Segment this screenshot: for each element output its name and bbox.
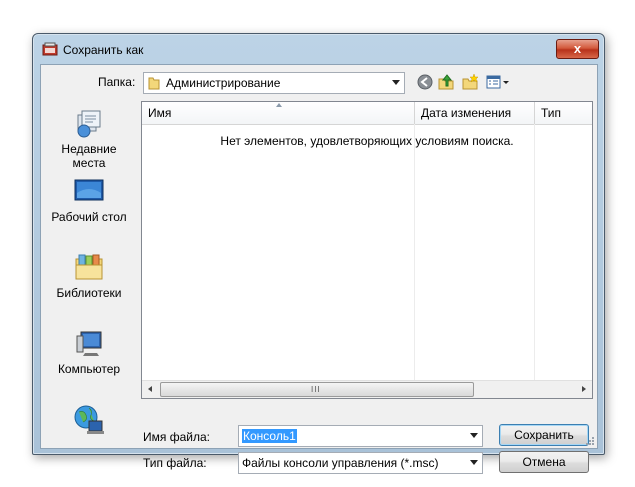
folder-value: Администрирование [166,76,281,90]
computer-icon [76,331,102,356]
place-desktop[interactable]: Рабочий стол [41,177,137,224]
mmc-app-icon [42,42,58,56]
close-button[interactable]: x [556,39,599,59]
desktop-icon [74,179,104,201]
resize-grip-icon[interactable] [585,436,595,446]
recent-places-icon [77,110,101,138]
network-icon [74,405,104,434]
views-menu-icon[interactable] [485,73,511,91]
filename-input[interactable]: Консоль1 [238,425,483,447]
column-header-type[interactable]: Тип [535,102,592,125]
place-desktop-label: Рабочий стол [51,210,127,224]
cancel-button[interactable]: Отмена [499,451,589,473]
column-header-name[interactable]: Имя [142,102,415,125]
folder-icon [148,77,160,90]
chevron-down-icon[interactable] [470,433,478,438]
save-as-dialog: Сохранить как x Папка: Администрирование [32,33,605,474]
column-divider [534,124,535,380]
chevron-down-icon[interactable] [470,460,478,465]
scroll-right-icon[interactable] [582,386,586,392]
column-divider [414,124,415,380]
back-icon[interactable] [416,73,434,91]
scrollbar-thumb[interactable]: III [160,382,474,397]
places-bar: Недавние места Рабочий стол Библиотеки К… [41,99,137,448]
filetype-value: Файлы консоли управления (*.msc) [242,456,439,470]
place-libraries[interactable]: Библиотеки [41,253,137,300]
filename-label: Имя файла: [143,430,210,444]
up-folder-icon[interactable] [437,73,455,91]
folder-label: Папка: [98,75,136,89]
filename-value: Консоль1 [242,429,297,443]
save-button[interactable]: Сохранить [499,424,589,446]
column-header-name-label: Имя [148,106,172,120]
file-list[interactable]: Имя Дата изменения Тип Нет элементов, уд… [141,101,593,399]
column-header-type-label: Тип [541,106,562,120]
dialog-body: Папка: Администрирование Недавние места … [40,64,598,474]
place-computer[interactable]: Компьютер [41,329,137,376]
place-libraries-label: Библиотеки [56,286,122,300]
grip-icon: III [311,385,321,394]
title-bar[interactable]: Сохранить как x [33,34,604,64]
place-computer-label: Компьютер [57,362,121,376]
folder-dropdown[interactable]: Администрирование [143,72,405,94]
libraries-icon [75,254,103,280]
column-header-date[interactable]: Дата изменения [415,102,535,125]
empty-message: Нет элементов, удовлетворяющих условиям … [220,134,514,148]
filetype-label: Тип файла: [143,456,207,470]
sort-ascending-icon [276,103,282,107]
close-icon: x [573,41,582,56]
new-folder-icon[interactable] [461,73,479,91]
place-recent[interactable]: Недавние места [41,107,137,170]
filetype-select[interactable]: Файлы консоли управления (*.msc) [238,452,483,474]
column-header-date-label: Дата изменения [421,106,512,120]
window-title: Сохранить как [63,43,144,57]
place-recent-line2: места [72,156,106,170]
place-network[interactable] [41,403,137,440]
scroll-left-icon[interactable] [148,386,152,392]
place-recent-line1: Недавние [61,142,117,156]
chevron-down-icon[interactable] [392,80,400,85]
horizontal-scrollbar[interactable]: III [142,380,592,398]
